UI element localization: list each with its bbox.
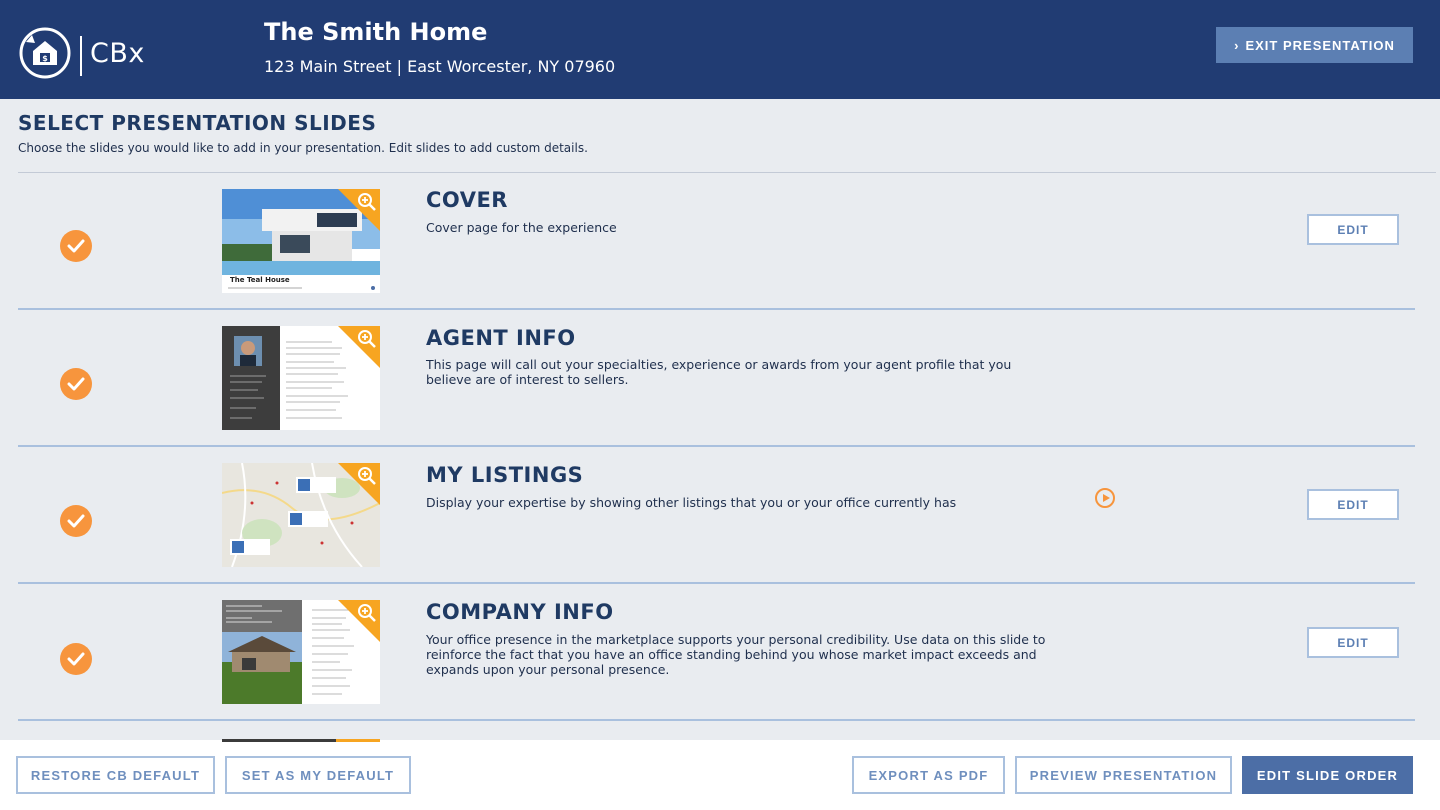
slide-title: MY LISTINGS [426, 463, 584, 487]
edit-slide-button[interactable]: EDIT [1307, 627, 1399, 658]
checkmark-icon [67, 377, 85, 391]
exit-presentation-button[interactable]: › EXIT PRESENTATION [1216, 27, 1413, 63]
slide-thumbnail-my-listings[interactable] [222, 463, 380, 567]
slide-selected-check[interactable] [60, 643, 92, 675]
edit-slide-order-button[interactable]: EDIT SLIDE ORDER [1242, 756, 1413, 794]
slide-row-company-info: COMPANY INFO Your office presence in the… [18, 584, 1415, 721]
home-address: 123 Main Street | East Worcester, NY 079… [264, 57, 616, 76]
slide-thumbnail-company-info[interactable] [222, 600, 380, 704]
checkmark-icon [67, 239, 85, 253]
cb-logo-icon: $ [19, 27, 71, 79]
slide-thumbnail-agent-info[interactable] [222, 326, 380, 430]
zoom-in-icon[interactable] [357, 329, 377, 349]
edit-slide-button[interactable]: EDIT [1307, 214, 1399, 245]
set-as-my-default-button[interactable]: SET AS MY DEFAULT [225, 756, 411, 794]
slide-row-cover: The Teal House COVER Cover page for the … [18, 173, 1415, 310]
logo-divider [80, 36, 82, 76]
slide-description: Your office presence in the marketplace … [426, 632, 1046, 677]
slide-row-agent-info: AGENT INFO This page will call out your … [18, 310, 1415, 447]
logo-text: CBx [90, 38, 145, 69]
slide-row-my-listings: MY LISTINGS Display your expertise by sh… [18, 447, 1415, 584]
slide-title: COMPANY INFO [426, 600, 614, 624]
svg-text:$: $ [42, 54, 48, 63]
zoom-in-icon[interactable] [357, 192, 377, 212]
exit-presentation-label: EXIT PRESENTATION [1245, 37, 1395, 53]
home-title: The Smith Home [264, 18, 488, 46]
checkmark-icon [67, 652, 85, 666]
export-as-pdf-button[interactable]: EXPORT AS PDF [852, 756, 1005, 794]
chevron-right-icon: › [1234, 37, 1240, 53]
section-subtitle: Choose the slides you would like to add … [18, 141, 588, 155]
thumb-caption: The Teal House [230, 276, 290, 284]
slide-selected-check[interactable] [60, 230, 92, 262]
checkmark-icon [67, 514, 85, 528]
slide-thumbnail-cover[interactable]: The Teal House [222, 189, 380, 293]
edit-slide-button[interactable]: EDIT [1307, 489, 1399, 520]
restore-cb-default-button[interactable]: RESTORE CB DEFAULT [16, 756, 215, 794]
zoom-in-icon[interactable] [357, 466, 377, 486]
section-title: SELECT PRESENTATION SLIDES [18, 111, 377, 135]
row-divider [18, 719, 1415, 721]
zoom-in-icon[interactable] [357, 603, 377, 623]
slide-description: Display your expertise by showing other … [426, 495, 957, 510]
slide-selected-check[interactable] [60, 505, 92, 537]
slide-description: Cover page for the experience [426, 220, 617, 235]
slide-selected-check[interactable] [60, 368, 92, 400]
slide-title: AGENT INFO [426, 326, 576, 350]
preview-presentation-button[interactable]: PREVIEW PRESENTATION [1015, 756, 1232, 794]
slide-title: COVER [426, 188, 508, 212]
app-header: $ CBx The Smith Home 123 Main Street | E… [0, 0, 1440, 99]
slide-description: This page will call out your specialties… [426, 357, 1012, 387]
next-slide-thumbnail-peek [222, 739, 380, 742]
play-icon[interactable] [1095, 488, 1115, 508]
